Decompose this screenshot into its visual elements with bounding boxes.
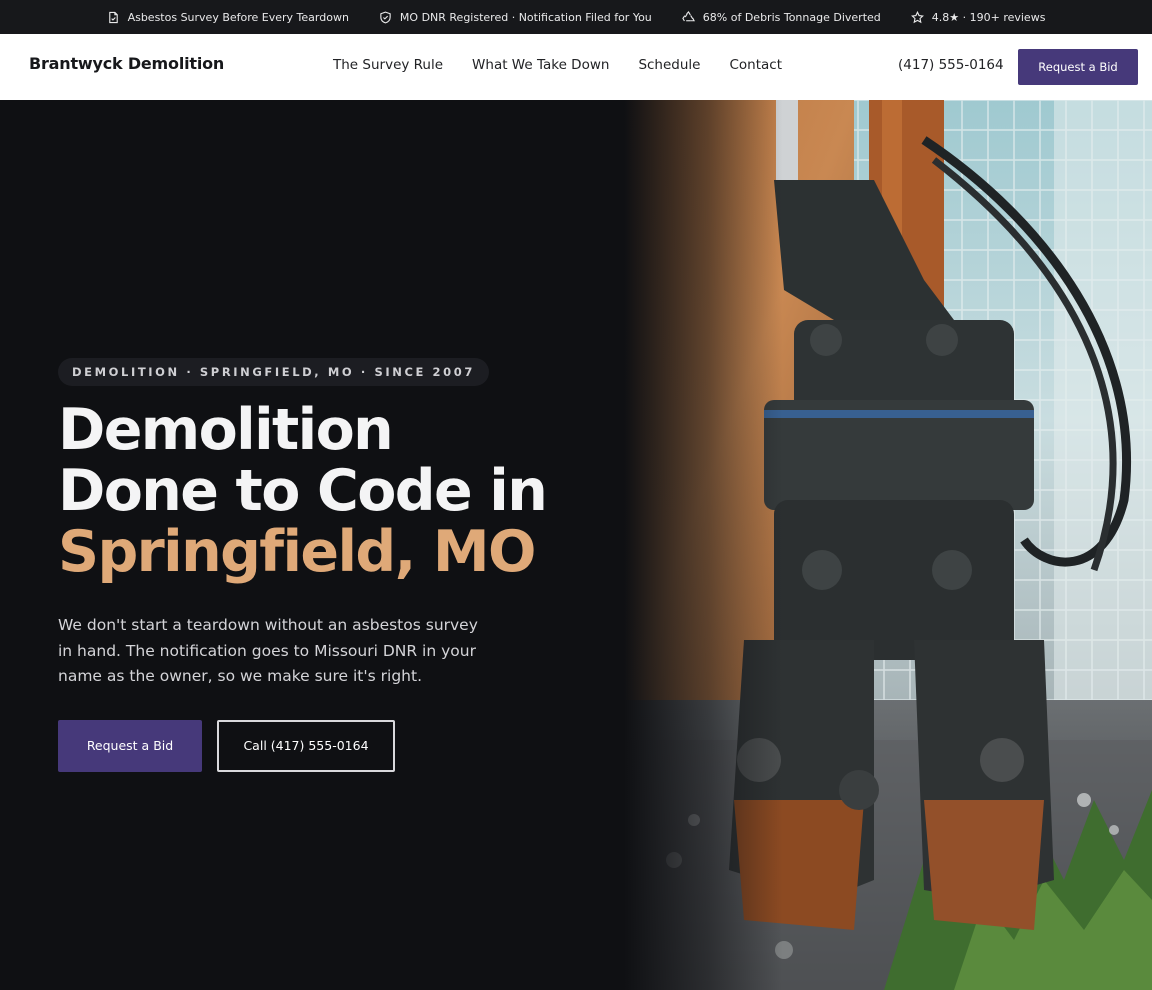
hero-request-bid-button[interactable]: Request a Bid — [58, 719, 202, 772]
topbar-text: Asbestos Survey Before Every Teardown — [127, 10, 349, 24]
hero-cta-row: Request a Bid Call (417) 555-0164 — [58, 719, 618, 772]
topbar-item-dnr: MO DNR Registered · Notification Filed f… — [379, 11, 652, 24]
document-check-icon — [107, 11, 120, 24]
recycle-icon — [682, 10, 695, 24]
topbar-item-survey: Asbestos Survey Before Every Teardown — [107, 11, 349, 24]
hero-eyebrow-badge: DEMOLITION · SPRINGFIELD, MO · SINCE 200… — [58, 358, 489, 386]
hero-content: DEMOLITION · SPRINGFIELD, MO · SINCE 200… — [58, 358, 618, 772]
nav-link-survey-rule[interactable]: The Survey Rule — [333, 57, 443, 73]
nav-link-contact[interactable]: Contact — [729, 57, 782, 73]
hero-section: DEMOLITION · SPRINGFIELD, MO · SINCE 200… — [0, 100, 1152, 990]
brand-logo[interactable]: Brantwyck Demolition — [29, 54, 224, 73]
headline-line-2: Done to Code in — [58, 458, 548, 524]
announcement-bar: Asbestos Survey Before Every Teardown MO… — [0, 0, 1152, 34]
topbar-text: MO DNR Registered · Notification Filed f… — [399, 10, 652, 24]
header-phone-link[interactable]: (417) 555-0164 — [898, 57, 1004, 73]
headline-accent: Springfield, MO — [58, 519, 537, 585]
topbar-text: 68% of Debris Tonnage Diverted — [702, 10, 881, 24]
nav-link-schedule[interactable]: Schedule — [638, 57, 700, 73]
nav-link-what-we-take-down[interactable]: What We Take Down — [472, 57, 609, 73]
header-request-bid-button[interactable]: Request a Bid — [1018, 49, 1138, 85]
hero-lede: We don't start a teardown without an asb… — [58, 616, 478, 685]
site-header: Brantwyck Demolition The Survey Rule Wha… — [0, 34, 1152, 100]
hero-headline: Demolition Done to Code in Springfield, … — [58, 400, 618, 583]
star-icon — [910, 10, 924, 24]
headline-line-1: Demolition — [58, 397, 394, 463]
shield-check-icon — [379, 11, 392, 24]
main-nav: The Survey Rule What We Take Down Schedu… — [333, 57, 782, 73]
excavator-shear-photo — [624, 100, 1152, 990]
topbar-text: 4.8★ · 190+ reviews — [931, 10, 1046, 24]
topbar-item-reviews: 4.8★ · 190+ reviews — [910, 10, 1046, 24]
hero-call-button[interactable]: Call (417) 555-0164 — [217, 719, 395, 772]
topbar-item-recycle: 68% of Debris Tonnage Diverted — [682, 11, 881, 24]
